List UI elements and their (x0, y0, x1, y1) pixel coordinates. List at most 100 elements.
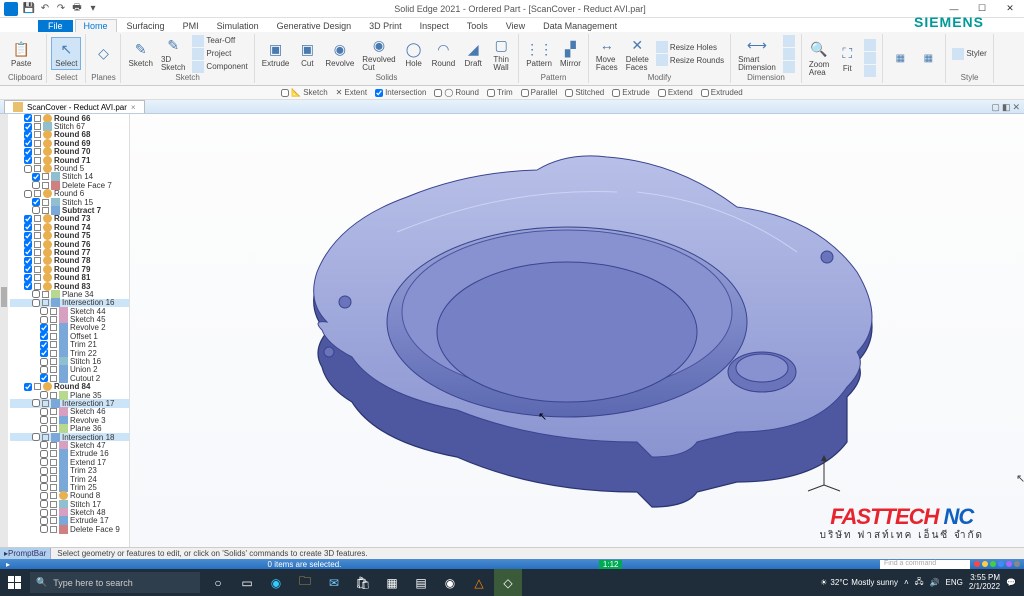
tree-checkbox[interactable] (40, 358, 48, 366)
task-cortana-icon[interactable]: ○ (204, 569, 232, 596)
tree-checkbox[interactable] (32, 433, 40, 441)
deletefaces-button[interactable]: ✕Delete Faces (623, 34, 652, 73)
qat-more-icon[interactable]: ▾ (86, 2, 100, 16)
tab-inspect[interactable]: Inspect (412, 20, 457, 32)
tree-checkbox[interactable] (32, 399, 40, 407)
cut-button[interactable]: ▣Cut (294, 38, 320, 69)
component-button[interactable]: Component (190, 61, 249, 73)
tree-scrollbar[interactable] (0, 114, 8, 547)
st-sketch[interactable]: 📐Sketch (281, 88, 327, 97)
tree-checkbox[interactable] (24, 232, 32, 240)
resize-holes-button[interactable]: Resize Holes (654, 41, 726, 53)
tree-checkbox[interactable] (32, 173, 40, 181)
tree-checkbox[interactable] (40, 509, 48, 517)
draft-button[interactable]: ◢Draft (460, 38, 486, 69)
zoomarea-button[interactable]: 🔍Zoom Area (806, 39, 832, 78)
tree-checkbox[interactable] (40, 316, 48, 324)
tree-checkbox[interactable] (40, 341, 48, 349)
task-edge-icon[interactable]: ◉ (262, 569, 290, 596)
misc-2[interactable]: ▦ (915, 50, 941, 66)
tree-expand-icon[interactable] (50, 350, 57, 357)
tree-checkbox[interactable] (40, 475, 48, 483)
tree-expand-icon[interactable] (34, 140, 41, 147)
docview-icon-3[interactable]: ✕ (1012, 102, 1020, 113)
tree-checkbox[interactable] (40, 500, 48, 508)
tree-expand-icon[interactable] (34, 224, 41, 231)
tree-expand-icon[interactable] (50, 392, 57, 399)
task-taskview-icon[interactable]: ▭ (233, 569, 261, 596)
task-app2-icon[interactable]: ▤ (407, 569, 435, 596)
tree-checkbox[interactable] (24, 383, 32, 391)
tree-expand-icon[interactable] (34, 283, 41, 290)
tree-checkbox[interactable] (24, 123, 32, 131)
st-parallel[interactable]: Parallel (521, 88, 558, 97)
tab-3dprint[interactable]: 3D Print (361, 20, 410, 32)
tree-expand-icon[interactable] (50, 517, 57, 524)
task-explorer-icon[interactable]: 🗀 (291, 569, 319, 596)
tree-expand-icon[interactable] (50, 484, 57, 491)
tree-checkbox[interactable] (24, 156, 32, 164)
tree-expand-icon[interactable] (50, 341, 57, 348)
tree-expand-icon[interactable] (42, 207, 49, 214)
tree-checkbox[interactable] (24, 257, 32, 265)
tearoff-button[interactable]: Tear-Off (190, 35, 249, 47)
tray-clock[interactable]: 3:55 PM2/1/2022 (969, 574, 1000, 592)
tree-expand-icon[interactable] (42, 299, 49, 306)
tree-checkbox[interactable] (40, 425, 48, 433)
tree-expand-icon[interactable] (34, 190, 41, 197)
tree-checkbox[interactable] (24, 274, 32, 282)
tree-checkbox[interactable] (32, 206, 40, 214)
tree-checkbox[interactable] (24, 248, 32, 256)
tray-up-icon[interactable]: ˄ (904, 578, 909, 587)
tree-checkbox[interactable] (40, 324, 48, 332)
tree-checkbox[interactable] (24, 265, 32, 273)
st-extruded[interactable]: Extruded (701, 88, 743, 97)
file-tab[interactable]: File (38, 20, 73, 32)
3d-viewport[interactable]: ↖ ↖ FASTTECH NC บริษัท ฟาสท์เทค เอ็นซี จ… (130, 114, 1024, 547)
tree-expand-icon[interactable] (34, 241, 41, 248)
task-app1-icon[interactable]: ▦ (378, 569, 406, 596)
movefaces-button[interactable]: ↔Move Faces (593, 34, 621, 73)
tree-checkbox[interactable] (32, 299, 40, 307)
docview-icon-2[interactable]: ◧ (1002, 102, 1011, 113)
tree-checkbox[interactable] (40, 416, 48, 424)
tree-checkbox[interactable] (40, 458, 48, 466)
tab-generative[interactable]: Generative Design (269, 20, 360, 32)
tree-checkbox[interactable] (32, 198, 40, 206)
docview-icon[interactable]: ▢ (991, 102, 1000, 113)
st-extrude[interactable]: Extrude (612, 88, 650, 97)
tree-checkbox[interactable] (40, 332, 48, 340)
tree-expand-icon[interactable] (50, 509, 57, 516)
tree-checkbox[interactable] (24, 131, 32, 139)
revcut-button[interactable]: ◉Revolved Cut (359, 34, 398, 73)
tree-checkbox[interactable] (40, 525, 48, 533)
st-stitched[interactable]: Stitched (565, 88, 604, 97)
tree-expand-icon[interactable] (50, 475, 57, 482)
tree-expand-icon[interactable] (50, 467, 57, 474)
tray-net-icon[interactable]: 🖧 (915, 576, 924, 590)
tree-checkbox[interactable] (40, 441, 48, 449)
extrude-button[interactable]: ▣Extrude (259, 38, 293, 69)
qat-print-icon[interactable]: 🖶 (70, 2, 84, 16)
status-indicator[interactable]: 1:12 (599, 560, 623, 569)
tree-checkbox[interactable] (40, 450, 48, 458)
tab-tools[interactable]: Tools (459, 20, 496, 32)
tab-home[interactable]: Home (75, 19, 117, 32)
tray-notif-icon[interactable]: 💬 (1006, 578, 1016, 587)
tree-expand-icon[interactable] (34, 383, 41, 390)
close-button[interactable]: ✕ (996, 0, 1024, 18)
resize-rounds-button[interactable]: Resize Rounds (654, 54, 726, 66)
mirror-button[interactable]: ▞Mirror (557, 38, 584, 69)
tree-expand-icon[interactable] (50, 366, 57, 373)
tree-expand-icon[interactable] (50, 442, 57, 449)
tree-node[interactable]: Delete Face 9 (10, 525, 129, 533)
tree-checkbox[interactable] (40, 408, 48, 416)
tree-checkbox[interactable] (32, 290, 40, 298)
tree-expand-icon[interactable] (50, 375, 57, 382)
tree-checkbox[interactable] (40, 492, 48, 500)
tab-view[interactable]: View (498, 20, 533, 32)
tree-expand-icon[interactable] (50, 417, 57, 424)
tree-checkbox[interactable] (24, 148, 32, 156)
thin-button[interactable]: ▢Thin Wall (488, 34, 514, 73)
tree-expand-icon[interactable] (50, 492, 57, 499)
